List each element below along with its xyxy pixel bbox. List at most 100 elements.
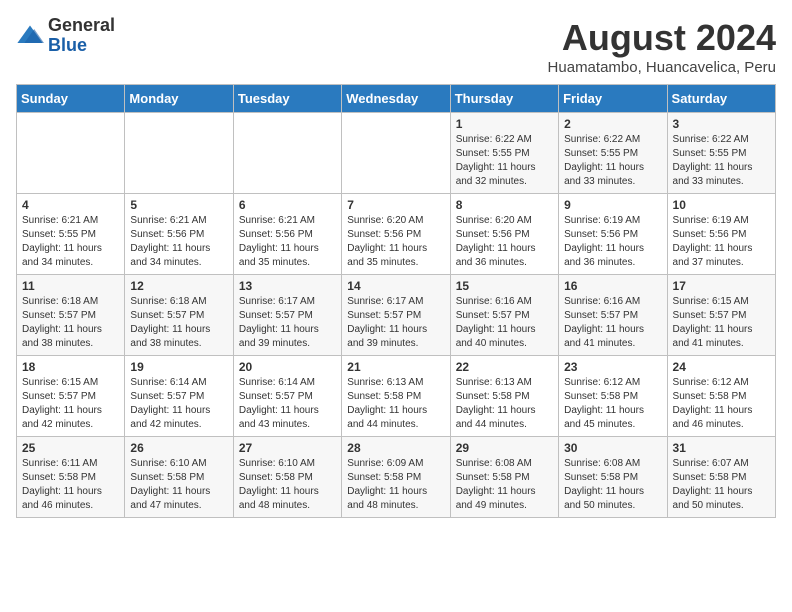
calendar-cell: 2 Sunrise: 6:22 AM Sunset: 5:55 PM Daylig… — [559, 113, 667, 194]
day-number: 17 — [673, 279, 770, 293]
day-info: Sunrise: 6:13 AM Sunset: 5:58 PM Dayligh… — [456, 376, 553, 432]
day-info: Sunrise: 6:18 AM Sunset: 5:57 PM Dayligh… — [130, 295, 227, 351]
day-info: Sunrise: 6:20 AM Sunset: 5:56 PM Dayligh… — [347, 214, 444, 270]
day-info: Sunrise: 6:19 AM Sunset: 5:56 PM Dayligh… — [673, 214, 770, 270]
day-info: Sunrise: 6:16 AM Sunset: 5:57 PM Dayligh… — [564, 295, 661, 351]
day-number: 28 — [347, 441, 444, 455]
logo-general-text: General — [48, 15, 115, 35]
day-info: Sunrise: 6:21 AM Sunset: 5:55 PM Dayligh… — [22, 214, 119, 270]
calendar-cell: 12 Sunrise: 6:18 AM Sunset: 5:57 PM Dayli… — [125, 275, 233, 356]
day-header-saturday: Saturday — [667, 85, 775, 113]
calendar-cell: 16 Sunrise: 6:16 AM Sunset: 5:57 PM Dayli… — [559, 275, 667, 356]
day-info: Sunrise: 6:11 AM Sunset: 5:58 PM Dayligh… — [22, 457, 119, 513]
day-info: Sunrise: 6:08 AM Sunset: 5:58 PM Dayligh… — [564, 457, 661, 513]
calendar-cell: 13 Sunrise: 6:17 AM Sunset: 5:57 PM Dayli… — [233, 275, 341, 356]
day-info: Sunrise: 6:18 AM Sunset: 5:57 PM Dayligh… — [22, 295, 119, 351]
calendar-cell: 24 Sunrise: 6:12 AM Sunset: 5:58 PM Dayli… — [667, 356, 775, 437]
calendar-cell: 8 Sunrise: 6:20 AM Sunset: 5:56 PM Daylig… — [450, 194, 558, 275]
day-info: Sunrise: 6:12 AM Sunset: 5:58 PM Dayligh… — [564, 376, 661, 432]
day-number: 21 — [347, 360, 444, 374]
calendar-cell: 30 Sunrise: 6:08 AM Sunset: 5:58 PM Dayli… — [559, 437, 667, 518]
day-info: Sunrise: 6:19 AM Sunset: 5:56 PM Dayligh… — [564, 214, 661, 270]
calendar-cell: 17 Sunrise: 6:15 AM Sunset: 5:57 PM Dayli… — [667, 275, 775, 356]
day-number: 5 — [130, 198, 227, 212]
calendar-cell: 9 Sunrise: 6:19 AM Sunset: 5:56 PM Daylig… — [559, 194, 667, 275]
calendar-cell — [342, 113, 450, 194]
calendar-cell: 15 Sunrise: 6:16 AM Sunset: 5:57 PM Dayli… — [450, 275, 558, 356]
day-number: 1 — [456, 117, 553, 131]
day-number: 11 — [22, 279, 119, 293]
day-number: 18 — [22, 360, 119, 374]
day-number: 26 — [130, 441, 227, 455]
day-info: Sunrise: 6:12 AM Sunset: 5:58 PM Dayligh… — [673, 376, 770, 432]
day-number: 13 — [239, 279, 336, 293]
day-number: 12 — [130, 279, 227, 293]
header: General Blue August 2024 Huamatambo, Hua… — [16, 16, 776, 76]
day-header-monday: Monday — [125, 85, 233, 113]
title-area: August 2024 Huamatambo, Huancavelica, Pe… — [548, 16, 776, 76]
day-header-thursday: Thursday — [450, 85, 558, 113]
day-number: 3 — [673, 117, 770, 131]
calendar-cell: 4Sunrise: 6:21 AM Sunset: 5:55 PM Daylig… — [17, 194, 125, 275]
day-number: 24 — [673, 360, 770, 374]
day-info: Sunrise: 6:14 AM Sunset: 5:57 PM Dayligh… — [130, 376, 227, 432]
day-number: 25 — [22, 441, 119, 455]
day-info: Sunrise: 6:22 AM Sunset: 5:55 PM Dayligh… — [564, 133, 661, 189]
day-info: Sunrise: 6:20 AM Sunset: 5:56 PM Dayligh… — [456, 214, 553, 270]
day-number: 16 — [564, 279, 661, 293]
calendar-cell: 7 Sunrise: 6:20 AM Sunset: 5:56 PM Daylig… — [342, 194, 450, 275]
day-number: 6 — [239, 198, 336, 212]
day-number: 2 — [564, 117, 661, 131]
day-info: Sunrise: 6:16 AM Sunset: 5:57 PM Dayligh… — [456, 295, 553, 351]
day-header-friday: Friday — [559, 85, 667, 113]
day-info: Sunrise: 6:22 AM Sunset: 5:55 PM Dayligh… — [673, 133, 770, 189]
calendar-cell: 28Sunrise: 6:09 AM Sunset: 5:58 PM Dayli… — [342, 437, 450, 518]
calendar-cell — [17, 113, 125, 194]
day-number: 7 — [347, 198, 444, 212]
calendar-cell: 10Sunrise: 6:19 AM Sunset: 5:56 PM Dayli… — [667, 194, 775, 275]
day-info: Sunrise: 6:14 AM Sunset: 5:57 PM Dayligh… — [239, 376, 336, 432]
day-info: Sunrise: 6:07 AM Sunset: 5:58 PM Dayligh… — [673, 457, 770, 513]
day-info: Sunrise: 6:17 AM Sunset: 5:57 PM Dayligh… — [347, 295, 444, 351]
calendar-cell: 14 Sunrise: 6:17 AM Sunset: 5:57 PM Dayli… — [342, 275, 450, 356]
calendar-cell: 19 Sunrise: 6:14 AM Sunset: 5:57 PM Dayli… — [125, 356, 233, 437]
calendar-cell — [125, 113, 233, 194]
calendar-cell: 25 Sunrise: 6:11 AM Sunset: 5:58 PM Dayli… — [17, 437, 125, 518]
day-info: Sunrise: 6:21 AM Sunset: 5:56 PM Dayligh… — [239, 214, 336, 270]
day-info: Sunrise: 6:10 AM Sunset: 5:58 PM Dayligh… — [239, 457, 336, 513]
logo: General Blue — [16, 16, 115, 56]
calendar-cell: 22Sunrise: 6:13 AM Sunset: 5:58 PM Dayli… — [450, 356, 558, 437]
calendar-cell: 6 Sunrise: 6:21 AM Sunset: 5:56 PM Daylig… — [233, 194, 341, 275]
day-info: Sunrise: 6:17 AM Sunset: 5:57 PM Dayligh… — [239, 295, 336, 351]
day-header-wednesday: Wednesday — [342, 85, 450, 113]
day-number: 19 — [130, 360, 227, 374]
day-number: 23 — [564, 360, 661, 374]
calendar-cell: 29 Sunrise: 6:08 AM Sunset: 5:58 PM Dayli… — [450, 437, 558, 518]
day-info: Sunrise: 6:08 AM Sunset: 5:58 PM Dayligh… — [456, 457, 553, 513]
day-number: 14 — [347, 279, 444, 293]
calendar-cell: 27Sunrise: 6:10 AM Sunset: 5:58 PM Dayli… — [233, 437, 341, 518]
day-info: Sunrise: 6:22 AM Sunset: 5:55 PM Dayligh… — [456, 133, 553, 189]
calendar-cell: 1 Sunrise: 6:22 AM Sunset: 5:55 PM Daylig… — [450, 113, 558, 194]
calendar-cell: 11 Sunrise: 6:18 AM Sunset: 5:57 PM Dayli… — [17, 275, 125, 356]
calendar-cell: 5 Sunrise: 6:21 AM Sunset: 5:56 PM Daylig… — [125, 194, 233, 275]
day-info: Sunrise: 6:15 AM Sunset: 5:57 PM Dayligh… — [22, 376, 119, 432]
day-number: 8 — [456, 198, 553, 212]
calendar-cell: 3 Sunrise: 6:22 AM Sunset: 5:55 PM Daylig… — [667, 113, 775, 194]
day-number: 20 — [239, 360, 336, 374]
calendar-table: SundayMondayTuesdayWednesdayThursdayFrid… — [16, 84, 776, 518]
day-number: 15 — [456, 279, 553, 293]
calendar-cell: 23 Sunrise: 6:12 AM Sunset: 5:58 PM Dayli… — [559, 356, 667, 437]
day-info: Sunrise: 6:21 AM Sunset: 5:56 PM Dayligh… — [130, 214, 227, 270]
day-number: 9 — [564, 198, 661, 212]
day-info: Sunrise: 6:15 AM Sunset: 5:57 PM Dayligh… — [673, 295, 770, 351]
calendar-cell: 21 Sunrise: 6:13 AM Sunset: 5:58 PM Dayli… — [342, 356, 450, 437]
day-header-sunday: Sunday — [17, 85, 125, 113]
day-header-tuesday: Tuesday — [233, 85, 341, 113]
day-number: 30 — [564, 441, 661, 455]
day-info: Sunrise: 6:13 AM Sunset: 5:58 PM Dayligh… — [347, 376, 444, 432]
day-number: 29 — [456, 441, 553, 455]
calendar-cell: 20 Sunrise: 6:14 AM Sunset: 5:57 PM Dayli… — [233, 356, 341, 437]
calendar-cell: 31 Sunrise: 6:07 AM Sunset: 5:58 PM Dayli… — [667, 437, 775, 518]
day-number: 31 — [673, 441, 770, 455]
